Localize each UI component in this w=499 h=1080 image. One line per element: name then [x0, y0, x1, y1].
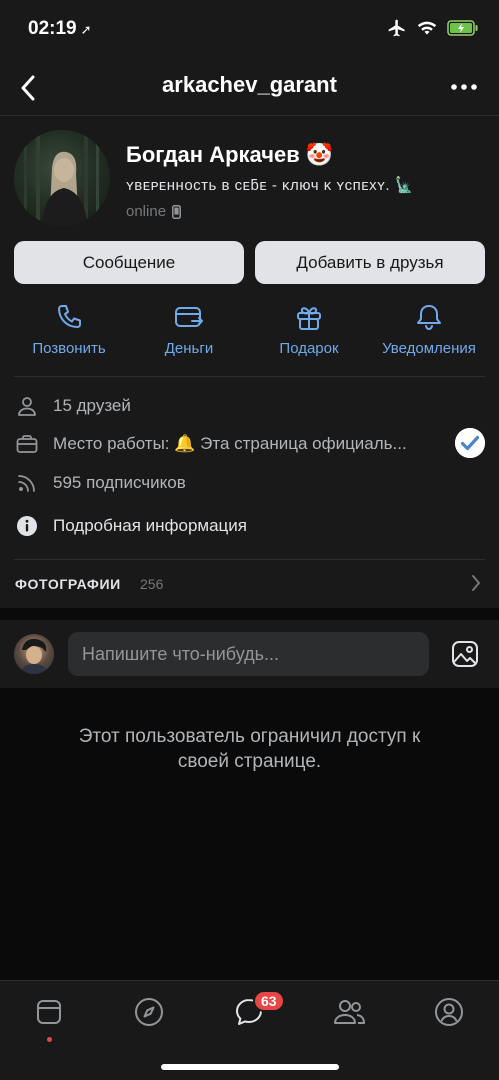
call-action[interactable]: Позвонить [9, 302, 129, 357]
tab-news[interactable] [32, 995, 66, 1029]
friends-count: 15 друзей [53, 396, 131, 415]
add-friend-button[interactable]: Добавить в друзья [255, 241, 485, 284]
rss-icon [16, 472, 38, 494]
status-icons [387, 18, 479, 38]
gift-icon [297, 307, 321, 330]
page-title: arkachev_garant [162, 72, 337, 97]
briefcase-icon [16, 433, 38, 455]
home-indicator[interactable] [161, 1064, 339, 1070]
checkmark-icon [455, 428, 485, 458]
my-avatar-photo [20, 638, 48, 674]
profile-name: Богдан Аркачев 🤡 [126, 142, 334, 167]
battery-charging-icon [447, 20, 478, 36]
messages-badge: 63 [253, 990, 285, 1012]
call-label: Позвонить [32, 340, 106, 357]
info-icon [16, 515, 38, 537]
mobile-phone-icon [172, 204, 181, 219]
friends-icon [334, 1000, 365, 1024]
tab-profile[interactable] [432, 995, 466, 1029]
money-action[interactable]: Деньги [129, 302, 249, 357]
profile-status: ʏвᴇᴘᴇнность ʙ ᴄᴇƃᴇ - ᴋлюч ᴋ ʏᴄпᴇхʏ. 🗽 [126, 177, 414, 194]
tab-bar: 63 [0, 980, 499, 1080]
phone-icon [58, 305, 81, 328]
person-icon [16, 395, 38, 417]
online-status: online [126, 203, 181, 220]
profile-icon [435, 998, 463, 1026]
airplane-icon [388, 19, 405, 37]
nav-bar: arkachev_garant [0, 60, 499, 116]
avatar[interactable] [14, 130, 110, 226]
news-icon [37, 1000, 61, 1024]
money-label: Деньги [164, 340, 214, 357]
tab-friends[interactable] [332, 995, 366, 1029]
gift-action[interactable]: Подарок [249, 302, 369, 357]
money-transfer-icon [175, 307, 203, 327]
status-bar: 02:19 ➚ [0, 0, 499, 60]
restricted-line-2: своей странице. [177, 751, 322, 772]
profile-section: Богдан Аркачев 🤡 ʏвᴇᴘᴇнность ʙ ᴄᴇƃᴇ - ᴋл… [0, 116, 499, 608]
work-row[interactable]: Место работы: 🔔 Эта страница официаль... [0, 429, 499, 459]
bell-icon [417, 305, 441, 331]
news-dot [47, 1037, 52, 1042]
chevron-right-icon [472, 575, 480, 591]
more-button[interactable] [447, 72, 481, 102]
restricted-message: Этот пользователь ограничил доступ к сво… [0, 724, 499, 774]
details-row[interactable]: Подробная информация [0, 511, 499, 541]
discover-icon [135, 998, 163, 1026]
gift-label: Подарок [279, 340, 339, 357]
followers-count: 595 подписчиков [53, 473, 186, 492]
restricted-line-1: Этот пользователь ограничил доступ к [78, 726, 421, 747]
photos-header[interactable]: ФОТОГРАФИИ 256 [0, 560, 499, 608]
divider [14, 376, 485, 377]
followers-row[interactable]: 595 подписчиков [0, 468, 499, 498]
photos-title: ФОТОГРАФИИ [15, 576, 121, 592]
location-arrow-icon: ➚ [80, 22, 92, 37]
notifications-label: Уведомления [382, 340, 476, 357]
details-link: Подробная информация [53, 516, 247, 535]
post-composer: Напишите что-нибудь... [0, 620, 499, 688]
tab-discover[interactable] [132, 995, 166, 1029]
photo-attach-icon[interactable] [451, 640, 479, 668]
post-input[interactable]: Напишите что-нибудь... [68, 632, 429, 676]
photos-count: 256 [140, 576, 164, 592]
status-time: 02:19 ➚ [28, 18, 92, 39]
work-place: Место работы: 🔔 Эта страница официаль... [53, 434, 407, 453]
my-avatar[interactable] [14, 634, 54, 674]
more-dots-icon [451, 84, 477, 90]
verified-badge [455, 428, 485, 458]
message-button[interactable]: Сообщение [14, 241, 244, 284]
avatar-photo [24, 130, 99, 226]
quick-actions: Позвонить Деньги Подарок Уведомления [0, 302, 499, 362]
friends-row[interactable]: 15 друзей [0, 391, 499, 421]
wifi-icon [417, 21, 437, 35]
notifications-action[interactable]: Уведомления [369, 302, 489, 357]
